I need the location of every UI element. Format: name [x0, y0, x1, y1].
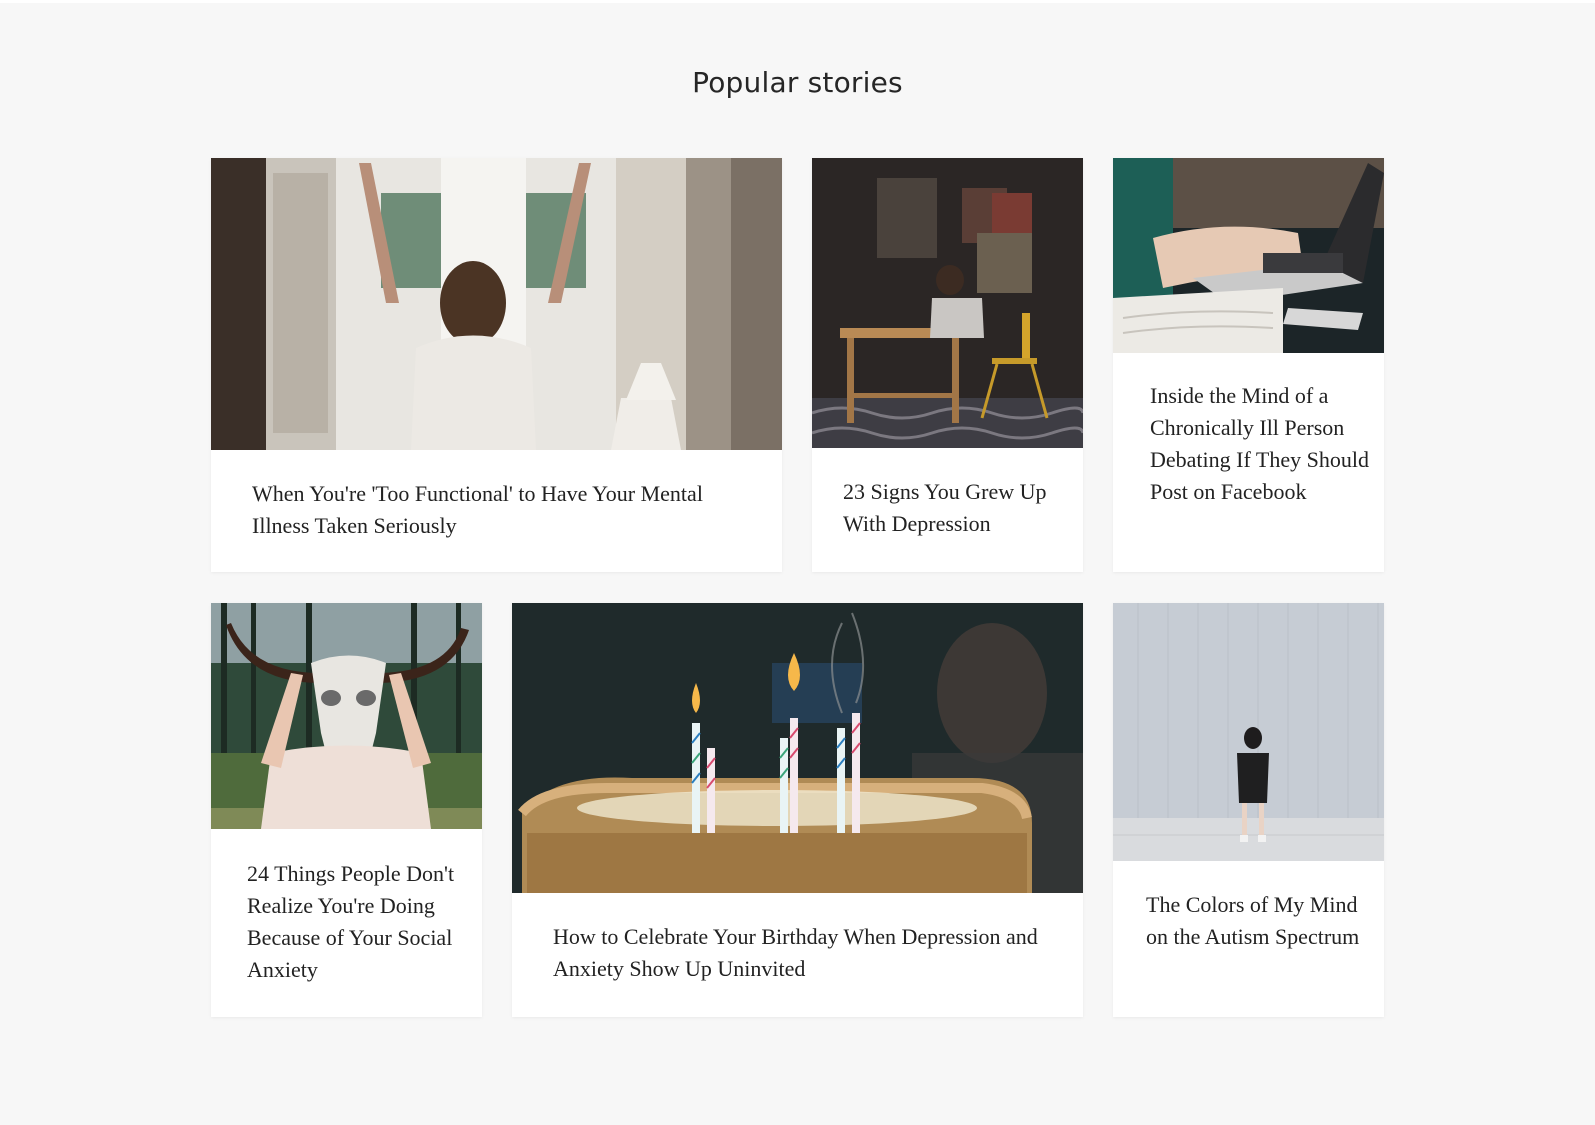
woman-at-window-image[interactable] [211, 158, 782, 450]
story-card-4[interactable]: 24 Things People Don't Realize You're Do… [211, 603, 482, 1017]
child-at-desk-image[interactable] [812, 158, 1083, 448]
story-title[interactable]: 24 Things People Don't Realize You're Do… [247, 858, 467, 986]
birthday-cake-image[interactable] [512, 603, 1083, 893]
story-title[interactable]: Inside the Mind of a Chronically Ill Per… [1150, 380, 1370, 508]
story-card-3[interactable]: Inside the Mind of a Chronically Ill Per… [1113, 158, 1384, 572]
laptop-typing-image[interactable] [1113, 158, 1384, 353]
skull-mask-image[interactable] [211, 603, 482, 829]
girl-by-wall-image[interactable] [1113, 603, 1384, 861]
top-strip [0, 0, 1595, 3]
story-title[interactable]: When You're 'Too Functional' to Have You… [252, 478, 752, 542]
section-title: Popular stories [692, 66, 903, 99]
story-title[interactable]: 23 Signs You Grew Up With Depression [843, 476, 1073, 540]
story-card-5[interactable]: How to Celebrate Your Birthday When Depr… [512, 603, 1083, 1017]
story-card-2[interactable]: 23 Signs You Grew Up With Depression [812, 158, 1083, 572]
story-card-6[interactable]: The Colors of My Mind on the Autism Spec… [1113, 603, 1384, 1017]
story-card-1[interactable]: When You're 'Too Functional' to Have You… [211, 158, 782, 572]
story-title[interactable]: The Colors of My Mind on the Autism Spec… [1146, 889, 1366, 953]
story-title[interactable]: How to Celebrate Your Birthday When Depr… [553, 921, 1053, 985]
